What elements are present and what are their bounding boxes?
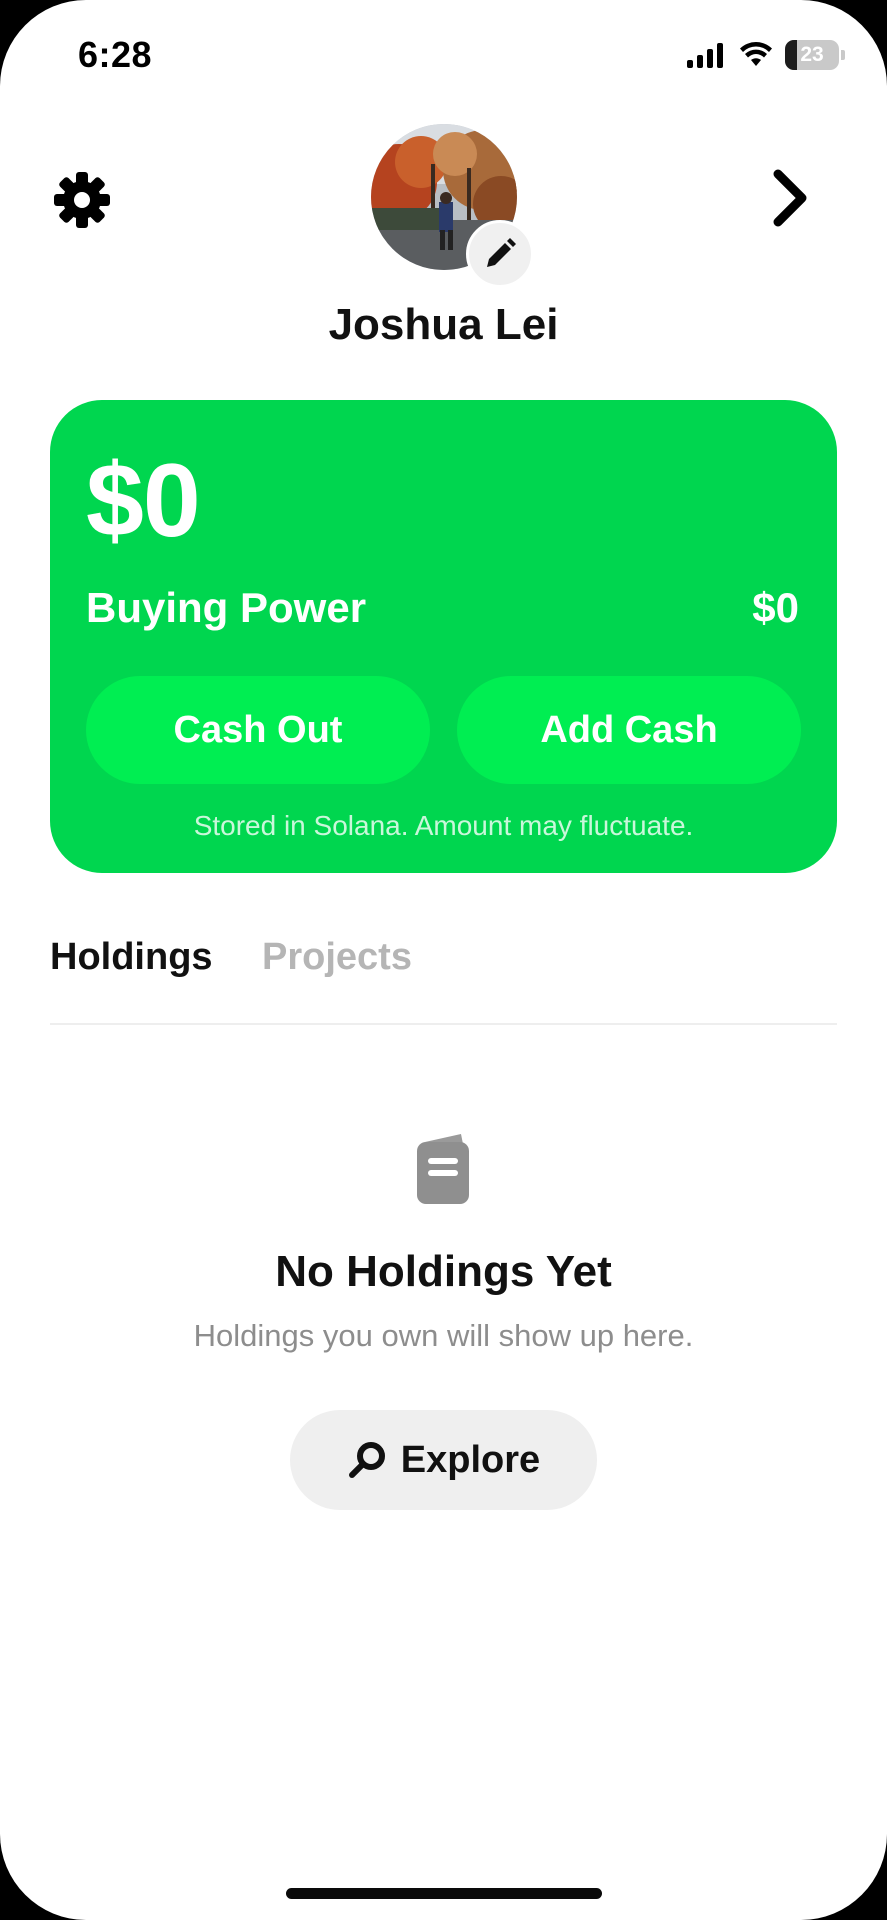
battery-cap — [841, 50, 845, 60]
signal-icon — [687, 43, 723, 68]
home-indicator[interactable] — [286, 1888, 602, 1899]
settings-button[interactable] — [50, 168, 114, 232]
wifi-icon — [740, 42, 772, 66]
forward-button[interactable] — [768, 168, 816, 228]
add-cash-button[interactable]: Add Cash — [457, 676, 801, 784]
profile-screen: 6:28 23 Joshua Lei $0 Buying Power $0 Ca… — [0, 0, 887, 1920]
balance-card: $0 Buying Power $0 Cash Out Add Cash Sto… — [50, 400, 837, 873]
tabs-divider — [50, 1023, 837, 1025]
avatar-container[interactable] — [371, 124, 534, 288]
status-time: 6:28 — [78, 34, 153, 75]
card-note: Stored in Solana. Amount may fluctuate. — [193, 810, 694, 841]
explore-button[interactable]: Explore — [290, 1410, 597, 1510]
document-icon — [415, 1132, 471, 1206]
edit-avatar-button[interactable] — [466, 220, 534, 288]
buying-power-label: Buying Power — [86, 584, 367, 631]
gear-icon — [54, 172, 110, 228]
balance-amount: $0 — [86, 443, 201, 559]
chevron-right-icon — [773, 169, 807, 227]
battery-indicator: 23 — [785, 40, 839, 70]
search-icon — [348, 1442, 385, 1478]
pencil-icon — [487, 238, 516, 267]
status-icons: 23 — [687, 40, 845, 70]
explore-label: Explore — [400, 1438, 541, 1481]
tab-holdings[interactable]: Holdings — [50, 936, 213, 979]
cash-out-button[interactable]: Cash Out — [86, 676, 430, 784]
battery-fill — [785, 40, 798, 70]
tab-projects[interactable]: Projects — [262, 936, 412, 979]
battery-level: 23 — [800, 43, 824, 66]
empty-state-title: No Holdings Yet — [275, 1247, 612, 1296]
profile-name: Joshua Lei — [328, 300, 559, 349]
empty-state-subtitle: Holdings you own will show up here. — [193, 1318, 694, 1353]
buying-power-value: $0 — [752, 584, 799, 631]
